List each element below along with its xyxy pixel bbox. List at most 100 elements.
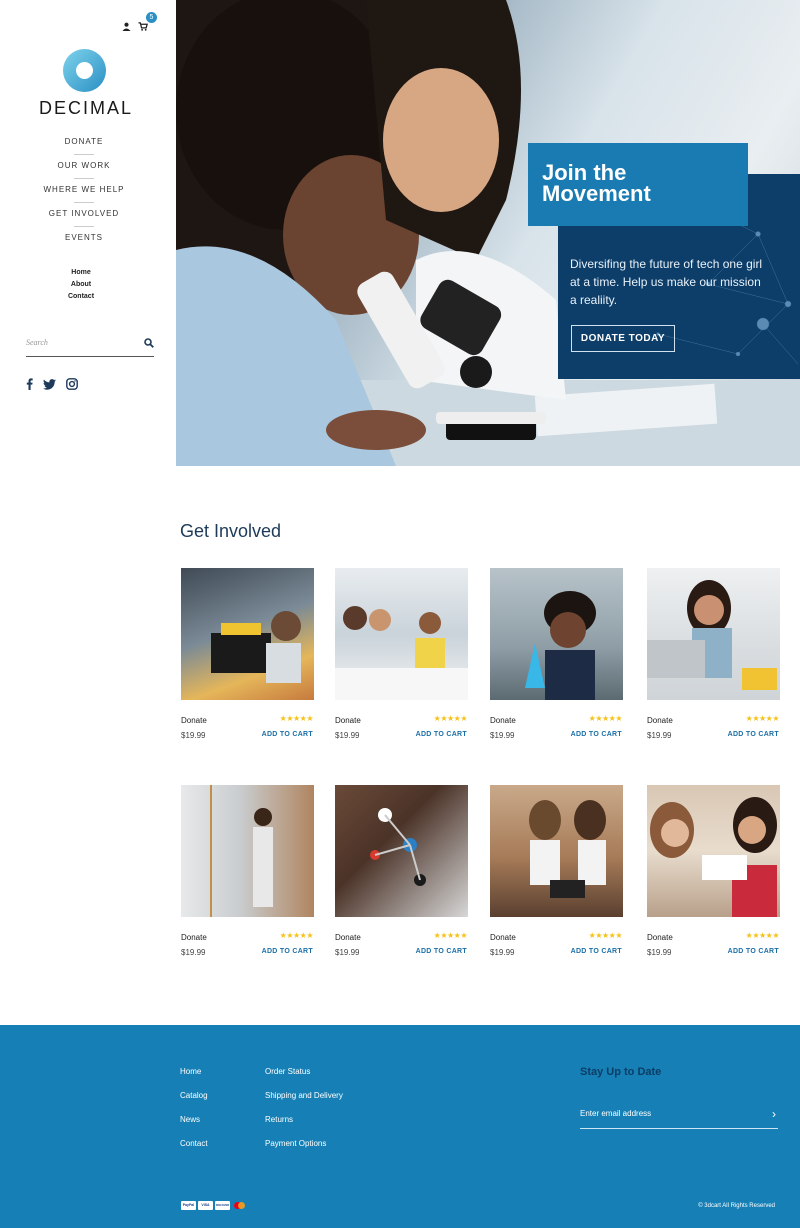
newsletter-title: Stay Up to Date [580,1066,662,1078]
ring-logo-icon[interactable] [63,49,106,92]
rating-stars: ★★★★★ [433,931,468,940]
product-photo [211,611,301,683]
footer-link-shipping[interactable]: Shipping and Delivery [265,1090,343,1114]
footer-link-payment-options[interactable]: Payment Options [265,1138,343,1162]
social-links [26,377,78,395]
cart-count-badge: 5 [146,12,157,23]
hero-text: Diversifing the future of tech one girl … [570,257,763,307]
visa-icon: VISA [198,1201,213,1210]
hero-title: Join the Movement [542,160,651,206]
product-name[interactable]: Donate [647,933,673,942]
add-to-cart-button[interactable]: ADD TO CART [416,948,467,955]
nav-item-about[interactable]: About [0,279,162,291]
product-price: $19.99 [647,948,672,957]
nav-item-donate[interactable]: DONATE [0,136,168,160]
user-icon[interactable] [122,18,132,31]
nav-item-get-involved[interactable]: GET INVOLVED [0,202,168,232]
product-photo [647,580,777,690]
rating-stars: ★★★★★ [433,714,468,723]
payment-methods: PayPal VISA DISCOVER [181,1201,247,1210]
footer-link-contact[interactable]: Contact [180,1138,208,1162]
product-name[interactable]: Donate [490,933,516,942]
product-photo [370,808,426,886]
rating-stars: ★★★★★ [279,714,314,723]
hero-banner: Join the Movement Diversifing the future… [176,0,800,466]
product-photo [210,785,273,917]
product-image[interactable] [647,785,780,917]
nav-item-home[interactable]: Home [0,267,162,279]
nav-item-events[interactable]: EVENTS [0,226,168,256]
product-image[interactable] [181,568,314,700]
product-card[interactable]: Donate $19.99 ★★★★★ ADD TO CART [181,568,314,740]
add-to-cart-button[interactable]: ADD TO CART [571,731,622,738]
nav-item-contact[interactable]: Contact [0,291,162,303]
brand-name[interactable]: DECIMAL [0,98,172,119]
twitter-icon[interactable] [43,377,56,395]
product-image[interactable] [490,568,623,700]
rating-stars: ★★★★★ [588,931,623,940]
product-price: $19.99 [647,731,672,740]
product-card[interactable]: Donate $19.99 ★★★★★ ADD TO CART [647,568,780,740]
footer-link-news[interactable]: News [180,1114,208,1138]
rating-stars: ★★★★★ [588,714,623,723]
product-name[interactable]: Donate [181,716,207,725]
footer-link-returns[interactable]: Returns [265,1114,343,1138]
product-photo [650,797,777,917]
add-to-cart-button[interactable]: ADD TO CART [571,948,622,955]
product-photo [335,606,468,700]
product-name[interactable]: Donate [181,933,207,942]
product-image[interactable] [335,568,468,700]
add-to-cart-button[interactable]: ADD TO CART [728,731,779,738]
discover-icon: DISCOVER [215,1201,230,1210]
product-image[interactable] [647,568,780,700]
product-image[interactable] [490,785,623,917]
product-card[interactable]: Donate $19.99 ★★★★★ ADD TO CART [335,785,468,957]
footer: Home Catalog News Contact Order Status S… [0,1025,800,1228]
footer-link-order-status[interactable]: Order Status [265,1066,343,1090]
product-price: $19.99 [335,731,360,740]
section-title-get-involved: Get Involved [180,521,282,541]
product-card[interactable]: Donate $19.99 ★★★★★ ADD TO CART [647,785,780,957]
product-price: $19.99 [181,731,206,740]
secondary-nav: Home About Contact [0,267,162,303]
add-to-cart-button[interactable]: ADD TO CART [728,948,779,955]
product-image[interactable] [181,785,314,917]
product-photo [529,800,606,898]
instagram-icon[interactable] [66,377,78,395]
header-icons: 5 [122,12,157,31]
paypal-icon: PayPal [181,1201,196,1210]
footer-links-secondary: Order Status Shipping and Delivery Retur… [265,1066,343,1162]
nav-item-our-work[interactable]: OUR WORK [0,154,168,184]
footer-link-catalog[interactable]: Catalog [180,1090,208,1114]
product-price: $19.99 [335,948,360,957]
product-name[interactable]: Donate [647,716,673,725]
product-card[interactable]: Donate $19.99 ★★★★★ ADD TO CART [335,568,468,740]
facebook-icon[interactable] [26,377,33,395]
nav-item-where-we-help[interactable]: WHERE WE HELP [0,178,168,208]
product-card[interactable]: Donate $19.99 ★★★★★ ADD TO CART [490,785,623,957]
email-field[interactable] [580,1105,750,1118]
product-name[interactable]: Donate [490,716,516,725]
rating-stars: ★★★★★ [745,714,780,723]
rating-stars: ★★★★★ [279,931,314,940]
product-name[interactable]: Donate [335,716,361,725]
product-card[interactable]: Donate $19.99 ★★★★★ ADD TO CART [490,568,623,740]
search-input[interactable] [26,334,136,347]
cart-icon[interactable]: 5 [138,12,157,31]
donate-today-button[interactable]: DONATE TODAY [571,325,675,352]
search-icon[interactable] [144,335,154,353]
footer-links-primary: Home Catalog News Contact [180,1066,208,1162]
product-card[interactable]: Donate $19.99 ★★★★★ ADD TO CART [181,785,314,957]
sidebar: 5 DECIMAL DONATE OUR WORK WHERE WE HELP … [0,0,176,470]
mastercard-icon [232,1201,247,1210]
add-to-cart-button[interactable]: ADD TO CART [262,731,313,738]
newsletter-form: › [580,1103,778,1129]
chevron-right-icon[interactable]: › [772,1107,776,1121]
product-price: $19.99 [181,948,206,957]
footer-link-home[interactable]: Home [180,1066,208,1090]
product-price: $19.99 [490,948,515,957]
product-name[interactable]: Donate [335,933,361,942]
product-image[interactable] [335,785,468,917]
add-to-cart-button[interactable]: ADD TO CART [262,948,313,955]
add-to-cart-button[interactable]: ADD TO CART [416,731,467,738]
